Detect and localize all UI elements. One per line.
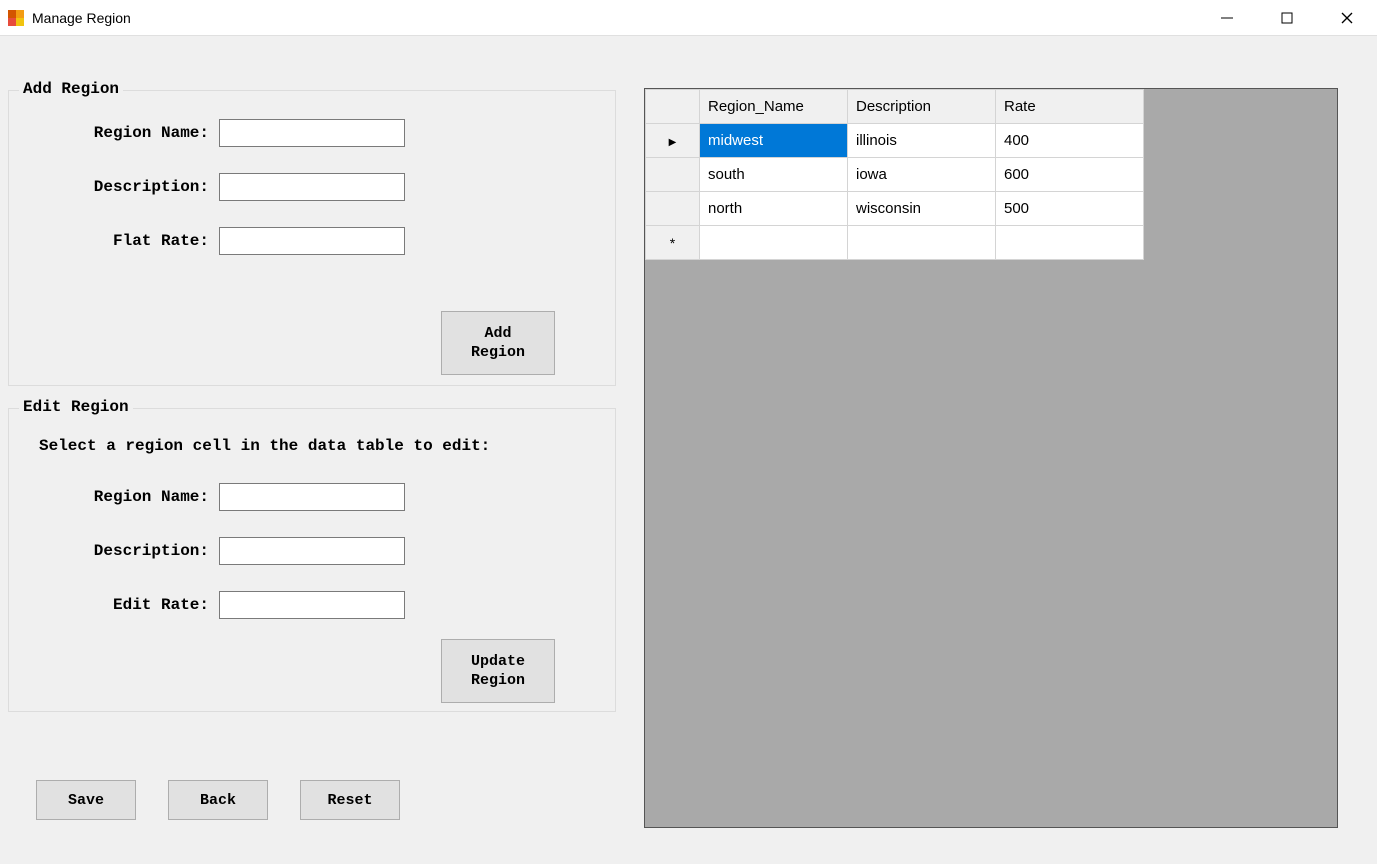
add-description-label: Description:	[29, 178, 219, 196]
grid-header-region-name[interactable]: Region_Name	[700, 90, 848, 124]
titlebar: Manage Region	[0, 0, 1377, 36]
row-header-cell[interactable]	[646, 192, 700, 226]
grid-cell-rate[interactable]: 400	[996, 124, 1144, 158]
window-title: Manage Region	[32, 10, 1197, 26]
edit-region-name-label: Region Name:	[29, 488, 219, 506]
grid-cell-name[interactable]: north	[700, 192, 848, 226]
row-header-cell[interactable]	[646, 158, 700, 192]
edit-instruction: Select a region cell in the data table t…	[39, 437, 595, 455]
save-button[interactable]: Save	[36, 780, 136, 820]
grid-cell-rate[interactable]: 500	[996, 192, 1144, 226]
table-row[interactable]: midwestillinois400	[646, 124, 1144, 158]
grid-cell-rate[interactable]: 600	[996, 158, 1144, 192]
grid-cell-name[interactable]	[700, 226, 848, 260]
grid-header-rate[interactable]: Rate	[996, 90, 1144, 124]
grid-cell-description[interactable]: wisconsin	[848, 192, 996, 226]
add-region-name-input[interactable]	[219, 119, 405, 147]
edit-rate-label: Edit Rate:	[29, 596, 219, 614]
data-grid-container: Region_Name Description Rate midwestilli…	[644, 88, 1338, 828]
grid-corner-cell[interactable]	[646, 90, 700, 124]
table-new-row[interactable]	[646, 226, 1144, 260]
table-row[interactable]: southiowa600	[646, 158, 1144, 192]
add-flat-rate-input[interactable]	[219, 227, 405, 255]
edit-description-label: Description:	[29, 542, 219, 560]
edit-region-name-input[interactable]	[219, 483, 405, 511]
add-region-group: Add Region Region Name: Description: Fla…	[8, 90, 616, 386]
grid-header-description[interactable]: Description	[848, 90, 996, 124]
grid-cell-name[interactable]: midwest	[700, 124, 848, 158]
add-region-name-label: Region Name:	[29, 124, 219, 142]
close-button[interactable]	[1317, 0, 1377, 35]
grid-cell-description[interactable]	[848, 226, 996, 260]
grid-cell-rate[interactable]	[996, 226, 1144, 260]
region-data-grid[interactable]: Region_Name Description Rate midwestilli…	[645, 89, 1144, 260]
row-header-cell[interactable]	[646, 124, 700, 158]
app-icon	[8, 10, 24, 26]
minimize-button[interactable]	[1197, 0, 1257, 35]
edit-rate-input[interactable]	[219, 591, 405, 619]
table-row[interactable]: northwisconsin500	[646, 192, 1144, 226]
update-region-button[interactable]: Update Region	[441, 639, 555, 703]
reset-button[interactable]: Reset	[300, 780, 400, 820]
back-button[interactable]: Back	[168, 780, 268, 820]
add-description-input[interactable]	[219, 173, 405, 201]
edit-description-input[interactable]	[219, 537, 405, 565]
add-flat-rate-label: Flat Rate:	[29, 232, 219, 250]
grid-cell-description[interactable]: illinois	[848, 124, 996, 158]
add-region-button[interactable]: Add Region	[441, 311, 555, 375]
maximize-button[interactable]	[1257, 0, 1317, 35]
grid-cell-description[interactable]: iowa	[848, 158, 996, 192]
add-region-title: Add Region	[19, 80, 123, 98]
edit-region-group: Edit Region Select a region cell in the …	[8, 408, 616, 712]
edit-region-title: Edit Region	[19, 398, 133, 416]
grid-cell-name[interactable]: south	[700, 158, 848, 192]
row-header-new[interactable]	[646, 226, 700, 260]
